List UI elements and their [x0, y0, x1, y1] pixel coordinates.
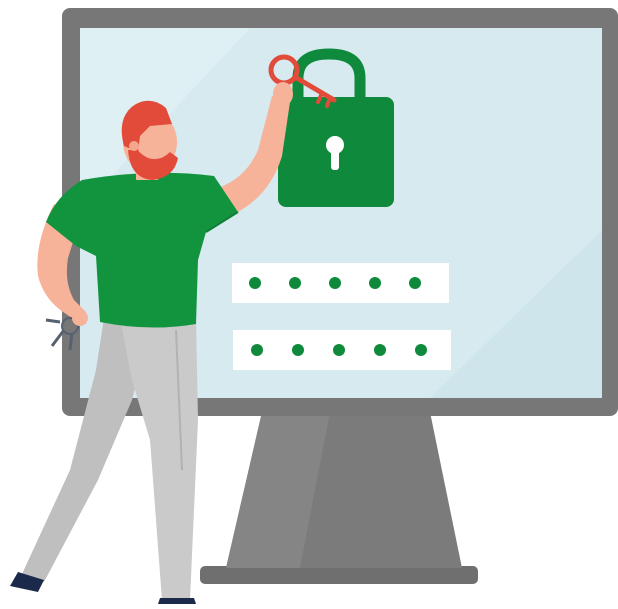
password-field-2	[233, 330, 451, 370]
person-ear	[129, 141, 139, 151]
monitor-base	[200, 566, 478, 584]
password-dot	[251, 344, 263, 356]
password-dot	[415, 344, 427, 356]
password-dot	[409, 277, 421, 289]
password-dot	[249, 277, 261, 289]
password-dot	[369, 277, 381, 289]
person-hand-right	[273, 82, 293, 106]
password-dot	[289, 277, 301, 289]
illustration-scene	[0, 0, 618, 604]
password-dot	[329, 277, 341, 289]
keyhole-slot	[331, 146, 339, 170]
person-leg-front	[120, 318, 198, 600]
password-dot	[374, 344, 386, 356]
password-dot	[333, 344, 345, 356]
password-field-1	[232, 263, 449, 303]
shoe-front	[158, 598, 196, 604]
password-dot	[292, 344, 304, 356]
person-hand-left	[72, 310, 88, 326]
